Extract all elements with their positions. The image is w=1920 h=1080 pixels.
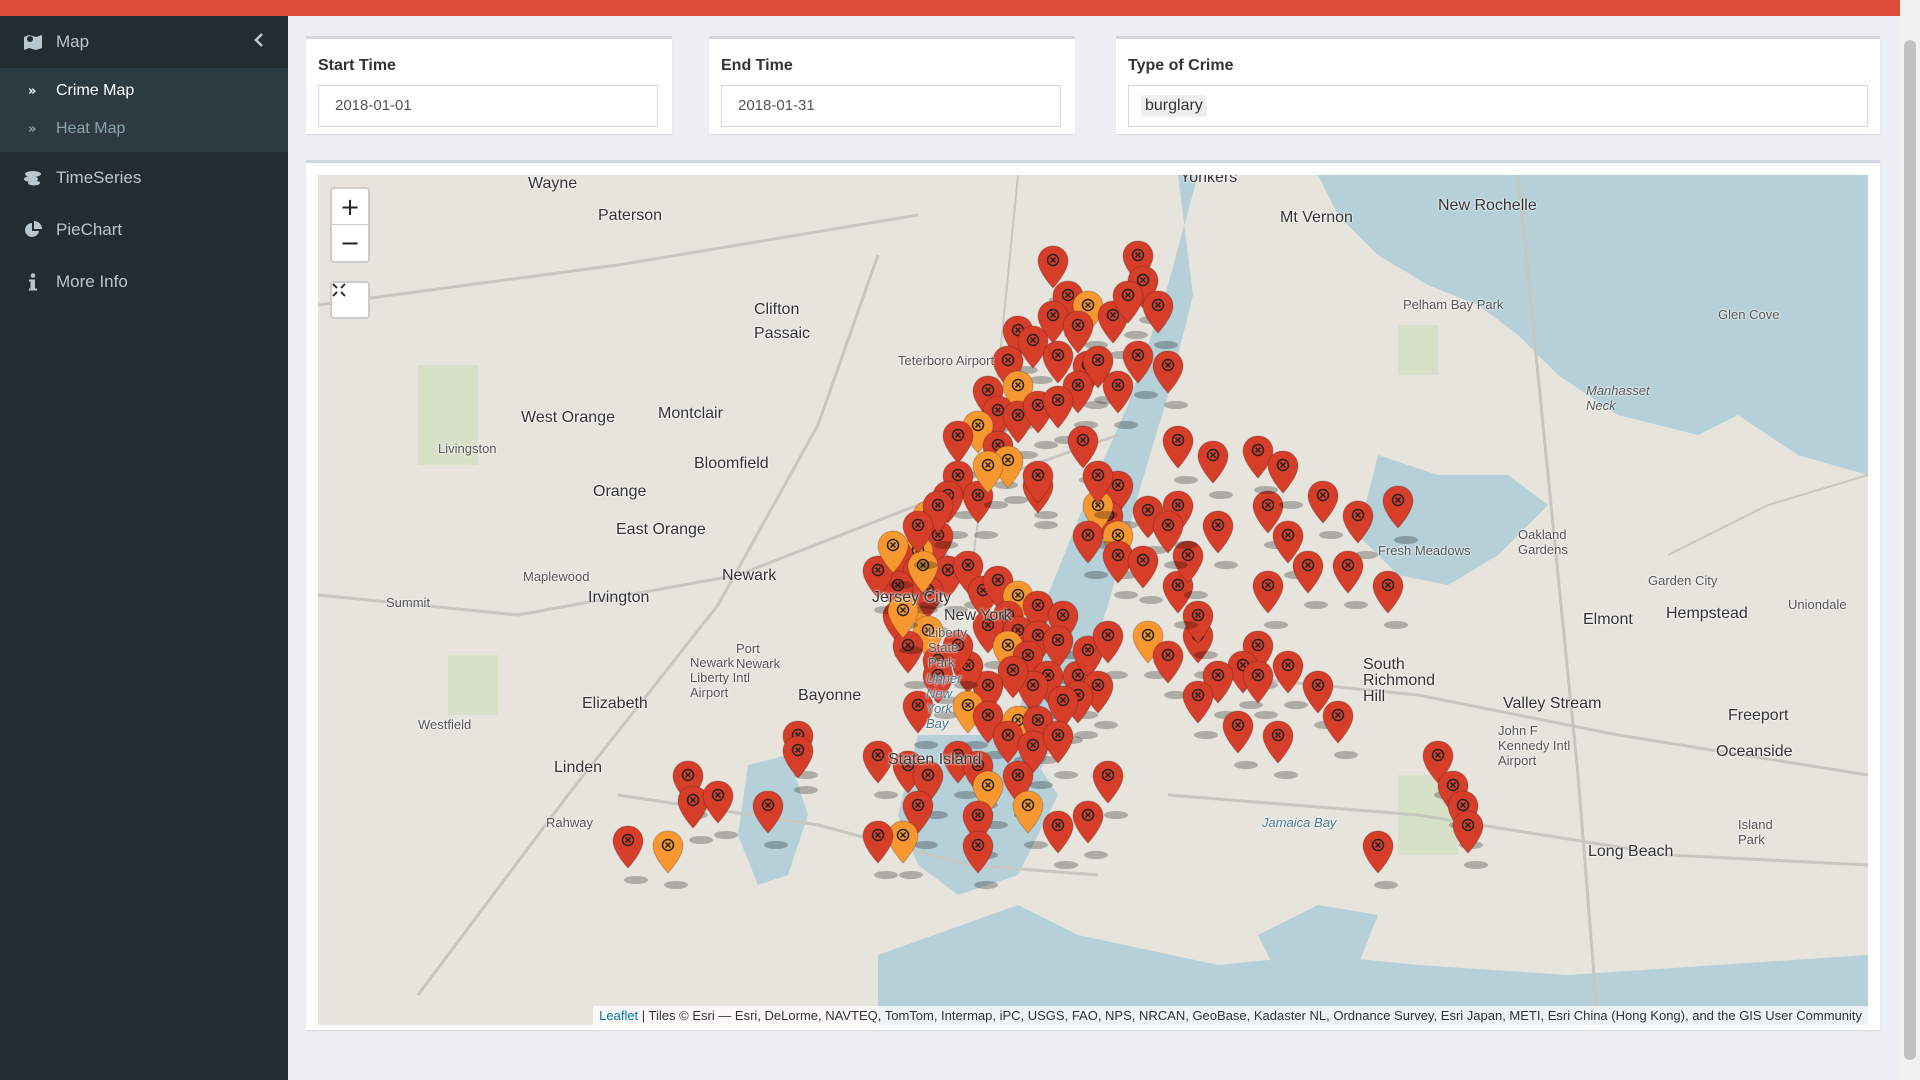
place-label: Jersey City [872, 589, 952, 606]
place-label: Glen Cove [1718, 307, 1780, 322]
sidebar-item-map[interactable]: Map [0, 16, 288, 68]
place-label: Elmont [1583, 611, 1633, 628]
place-label: Bloomfield [694, 455, 769, 472]
place-label: Staten Island [888, 751, 982, 768]
place-label: Montclair [658, 405, 723, 422]
place-label: West Orange [521, 409, 615, 426]
sidebar-item-label: More Info [56, 272, 128, 291]
sidebar-subitem-label: Heat Map [56, 120, 126, 137]
place-label: Fresh Meadows [1378, 543, 1471, 558]
crime-type-box: Type of Crime burglary [1116, 36, 1880, 134]
place-label: New York [944, 607, 1012, 624]
page-scrollbar[interactable] [1900, 0, 1920, 1080]
place-label: Manhasset Neck [1586, 383, 1650, 413]
sidebar-item-timeseries[interactable]: TimeSeries [0, 152, 288, 204]
timeseries-icon [22, 167, 44, 189]
place-label: Summit [386, 595, 431, 610]
sidebar: Map » Crime Map » Heat Map TimeSeries Pi… [0, 16, 288, 1080]
sidebar-subitem-heat-map[interactable]: » Heat Map [0, 110, 288, 148]
place-label: Liberty State Park [928, 625, 968, 670]
place-label: Oakland Gardens [1518, 527, 1568, 557]
place-label: Rahway [546, 815, 593, 830]
start-time-label: Start Time [318, 57, 396, 74]
zoom-out-button[interactable]: − [332, 225, 368, 261]
leaflet-link[interactable]: Leaflet [599, 1008, 638, 1023]
place-label: East Orange [616, 521, 706, 538]
place-label: Clifton [754, 301, 800, 318]
end-time-input[interactable]: 2018-01-31 [721, 85, 1061, 127]
header-navbar [288, 0, 1900, 16]
place-label: Garden City [1648, 573, 1718, 588]
place-label: Paterson [598, 207, 663, 224]
place-label: Oceanside [1716, 743, 1793, 760]
place-label: Teterboro Airport [898, 353, 995, 368]
crime-type-select[interactable]: burglary [1128, 85, 1868, 127]
place-label: Maplewood [523, 569, 590, 584]
place-label: Newark Liberty Intl Airport [690, 655, 750, 700]
place-label: New Rochelle [1438, 197, 1537, 214]
main-content: Start Time 2018-01-01 End Time 2018-01-3… [288, 16, 1900, 1080]
sidebar-item-piechart[interactable]: PieChart [0, 204, 288, 256]
place-label: Wayne [528, 175, 578, 192]
sidebar-item-more-info[interactable]: More Info [0, 256, 288, 308]
crime-type-chip[interactable]: burglary [1141, 95, 1207, 117]
place-label: Valley Stream [1503, 695, 1602, 712]
place-label: Hempstead [1666, 605, 1748, 622]
place-label: Mt Vernon [1280, 209, 1353, 226]
crime-map[interactable]: Wayne Paterson Yonkers Mt Vernon New Roc… [318, 175, 1868, 1025]
sidebar-item-label: Map [56, 32, 90, 51]
map-base-layer [318, 175, 1868, 1025]
place-label: Jamaica Bay [1262, 815, 1337, 830]
map-box: Wayne Paterson Yonkers Mt Vernon New Roc… [306, 160, 1880, 1030]
place-label: Irvington [588, 589, 650, 606]
piechart-icon [22, 219, 44, 241]
start-time-input[interactable]: 2018-01-01 [318, 85, 658, 127]
scrollbar-thumb[interactable] [1904, 40, 1916, 1060]
end-time-box: End Time 2018-01-31 [709, 36, 1075, 134]
place-label: Passaic [754, 325, 811, 342]
place-label: Bayonne [798, 687, 862, 704]
zoom-in-button[interactable]: + [332, 189, 368, 225]
place-label: Livingston [438, 441, 497, 456]
sidebar-item-label: PieChart [56, 220, 123, 239]
place-label: Orange [593, 483, 647, 500]
map-attribution: Leaflet | Tiles © Esri — Esri, DeLorme, … [593, 1006, 1868, 1025]
place-label: Long Beach [1588, 843, 1674, 860]
place-label: Newark [722, 567, 777, 584]
sidebar-subitem-label: Crime Map [56, 82, 135, 99]
fullscreen-icon[interactable] [330, 281, 370, 319]
sidebar-item-label: TimeSeries [56, 168, 142, 187]
place-label: Island Park [1738, 817, 1773, 847]
info-icon [22, 271, 44, 293]
double-chevron-right-icon: » [28, 83, 37, 99]
place-label: Elizabeth [582, 695, 648, 712]
crime-type-label: Type of Crime [1128, 57, 1234, 74]
end-time-label: End Time [721, 57, 793, 74]
start-time-box: Start Time 2018-01-01 [306, 36, 672, 134]
place-label: Uniondale [1788, 597, 1847, 612]
place-label: Linden [554, 759, 603, 776]
zoom-control: + − [330, 187, 370, 263]
sidebar-subitem-crime-map[interactable]: » Crime Map [0, 72, 288, 110]
chevron-left-icon[interactable] [254, 32, 264, 52]
header-logo-bar [0, 0, 288, 16]
double-chevron-right-icon: » [28, 121, 37, 137]
place-label: Upper New York Bay [926, 671, 962, 731]
place-label: South Richmond Hill [1363, 656, 1436, 705]
place-label: John F Kennedy Intl Airport [1498, 723, 1571, 768]
map-submenu: » Crime Map » Heat Map [0, 68, 288, 152]
attribution-text: | Tiles © Esri — Esri, DeLorme, NAVTEQ, … [638, 1008, 1862, 1023]
place-label: Pelham Bay Park [1403, 297, 1504, 312]
place-label: Westfield [418, 717, 472, 732]
place-label: Yonkers [1180, 175, 1238, 186]
place-label: Freeport [1728, 707, 1789, 724]
map-icon [22, 31, 44, 53]
